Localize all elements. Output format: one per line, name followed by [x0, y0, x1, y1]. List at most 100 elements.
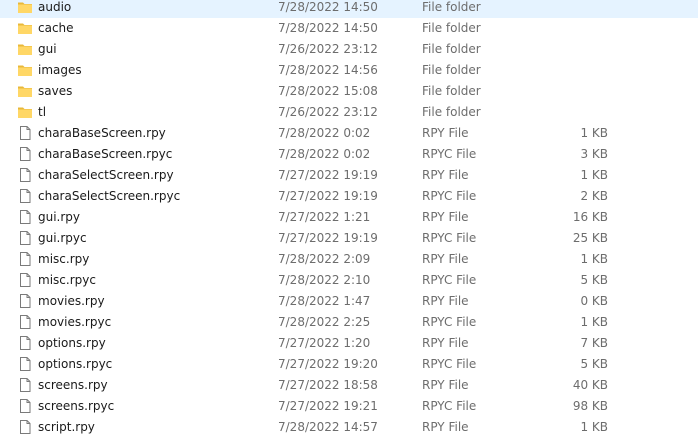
- file-type: RPYC File: [422, 315, 477, 329]
- file-row-screens-rpyc[interactable]: screens.rpyc 7/27/2022 19:21 RPYC File 98 K…: [0, 396, 698, 417]
- file-icon: [17, 167, 33, 183]
- file-name: tl: [38, 105, 47, 119]
- file-row-audio[interactable]: audio 7/28/2022 14:50 File folder: [0, 0, 698, 18]
- file-size: 2 KB: [580, 189, 608, 203]
- file-name: screens.rpy: [38, 378, 108, 392]
- file-date-modified: 7/28/2022 14:50: [278, 21, 378, 35]
- file-size: 1 KB: [580, 315, 608, 329]
- file-date-modified: 7/28/2022 2:09: [278, 252, 371, 266]
- file-date-modified: 7/27/2022 19:20: [278, 357, 378, 371]
- file-row-cache[interactable]: cache 7/28/2022 14:50 File folder: [0, 18, 698, 39]
- file-type: RPYC File: [422, 357, 477, 371]
- file-type: RPYC File: [422, 273, 477, 287]
- file-name: audio: [38, 0, 72, 14]
- file-icon: [17, 251, 33, 267]
- file-size: 7 KB: [580, 336, 608, 350]
- file-name: movies.rpyc: [38, 315, 112, 329]
- file-row-misc-rpyc[interactable]: misc.rpyc 7/28/2022 2:10 RPYC File 5 KB: [0, 270, 698, 291]
- file-size: 1 KB: [580, 420, 608, 434]
- file-size: 5 KB: [580, 273, 608, 287]
- file-row-movies-rpyc[interactable]: movies.rpyc 7/28/2022 2:25 RPYC File 1 KB: [0, 312, 698, 333]
- folder-icon: [17, 62, 33, 78]
- file-row-images[interactable]: images 7/28/2022 14:56 File folder: [0, 60, 698, 81]
- file-date-modified: 7/28/2022 15:08: [278, 84, 378, 98]
- file-type: File folder: [422, 42, 481, 56]
- file-icon: [17, 125, 33, 141]
- file-icon: [17, 230, 33, 246]
- folder-icon: [17, 20, 33, 36]
- file-size: 98 KB: [572, 399, 608, 413]
- file-row-saves[interactable]: saves 7/28/2022 15:08 File folder: [0, 81, 698, 102]
- file-row-charaselectscreen-rpyc[interactable]: charaSelectScreen.rpyc 7/27/2022 19:19 RPY…: [0, 186, 698, 207]
- file-name: screens.rpyc: [38, 399, 115, 413]
- file-date-modified: 7/28/2022 1:47: [278, 294, 371, 308]
- file-name: options.rpyc: [38, 357, 113, 371]
- file-icon: [17, 377, 33, 393]
- folder-icon: [17, 0, 33, 15]
- file-size: 1 KB: [580, 252, 608, 266]
- file-name: saves: [38, 84, 73, 98]
- file-type: RPYC File: [422, 147, 477, 161]
- file-type: RPY File: [422, 336, 469, 350]
- file-type: File folder: [422, 21, 481, 35]
- file-row-gui-rpyc[interactable]: gui.rpyc 7/27/2022 19:19 RPYC File 25 KB: [0, 228, 698, 249]
- file-date-modified: 7/27/2022 19:21: [278, 399, 378, 413]
- file-row-script-rpy[interactable]: script.rpy 7/28/2022 14:57 RPY File 1 KB: [0, 417, 698, 438]
- file-icon: [17, 356, 33, 372]
- file-name: charaBaseScreen.rpyc: [38, 147, 173, 161]
- file-row-tl[interactable]: tl 7/26/2022 23:12 File folder: [0, 102, 698, 123]
- file-row-gui-rpy[interactable]: gui.rpy 7/27/2022 1:21 RPY File 16 KB: [0, 207, 698, 228]
- file-row-misc-rpy[interactable]: misc.rpy 7/28/2022 2:09 RPY File 1 KB: [0, 249, 698, 270]
- file-date-modified: 7/27/2022 1:20: [278, 336, 371, 350]
- file-date-modified: 7/28/2022 14:57: [278, 420, 378, 434]
- file-type: File folder: [422, 84, 481, 98]
- file-icon: [17, 419, 33, 435]
- file-icon: [17, 314, 33, 330]
- file-row-options-rpy[interactable]: options.rpy 7/27/2022 1:20 RPY File 7 KB: [0, 333, 698, 354]
- file-name: movies.rpy: [38, 294, 105, 308]
- file-row-options-rpyc[interactable]: options.rpyc 7/27/2022 19:20 RPYC File 5 KB: [0, 354, 698, 375]
- file-size: 1 KB: [580, 126, 608, 140]
- file-row-charabasescreen-rpy[interactable]: charaBaseScreen.rpy 7/28/2022 0:02 RPY Fil…: [0, 123, 698, 144]
- file-name: charaSelectScreen.rpyc: [38, 189, 181, 203]
- file-icon: [17, 293, 33, 309]
- file-name: charaSelectScreen.rpy: [38, 168, 174, 182]
- file-date-modified: 7/28/2022 0:02: [278, 147, 371, 161]
- file-size: 16 KB: [572, 210, 608, 224]
- folder-icon: [17, 104, 33, 120]
- file-date-modified: 7/28/2022 14:50: [278, 0, 378, 14]
- file-size: 25 KB: [572, 231, 608, 245]
- folder-icon: [17, 41, 33, 57]
- file-name: cache: [38, 21, 74, 35]
- file-date-modified: 7/27/2022 18:58: [278, 378, 378, 392]
- file-size: 1 KB: [580, 168, 608, 182]
- file-icon: [17, 146, 33, 162]
- file-date-modified: 7/28/2022 2:25: [278, 315, 371, 329]
- file-type: RPY File: [422, 420, 469, 434]
- folder-icon: [17, 83, 33, 99]
- file-type: RPY File: [422, 210, 469, 224]
- file-date-modified: 7/27/2022 19:19: [278, 189, 378, 203]
- file-name: misc.rpyc: [38, 273, 96, 287]
- file-size: 0 KB: [580, 294, 608, 308]
- file-row-screens-rpy[interactable]: screens.rpy 7/27/2022 18:58 RPY File 40 KB: [0, 375, 698, 396]
- file-date-modified: 7/28/2022 0:02: [278, 126, 371, 140]
- file-name: gui.rpyc: [38, 231, 87, 245]
- file-list: audio 7/28/2022 14:50 File folder cache 7/28…: [0, 0, 698, 438]
- file-type: File folder: [422, 63, 481, 77]
- file-name: gui: [38, 42, 57, 56]
- file-row-charabasescreen-rpyc[interactable]: charaBaseScreen.rpyc 7/28/2022 0:02 RPYC F…: [0, 144, 698, 165]
- file-type: File folder: [422, 105, 481, 119]
- file-name: script.rpy: [38, 420, 95, 434]
- file-type: RPY File: [422, 168, 469, 182]
- file-type: RPY File: [422, 294, 469, 308]
- file-row-gui[interactable]: gui 7/26/2022 23:12 File folder: [0, 39, 698, 60]
- file-date-modified: 7/27/2022 19:19: [278, 168, 378, 182]
- file-row-movies-rpy[interactable]: movies.rpy 7/28/2022 1:47 RPY File 0 KB: [0, 291, 698, 312]
- file-icon: [17, 335, 33, 351]
- file-name: gui.rpy: [38, 210, 81, 224]
- file-type: File folder: [422, 0, 481, 14]
- file-row-charaselectscreen-rpy[interactable]: charaSelectScreen.rpy 7/27/2022 19:19 RPY …: [0, 165, 698, 186]
- file-type: RPY File: [422, 378, 469, 392]
- file-name: charaBaseScreen.rpy: [38, 126, 166, 140]
